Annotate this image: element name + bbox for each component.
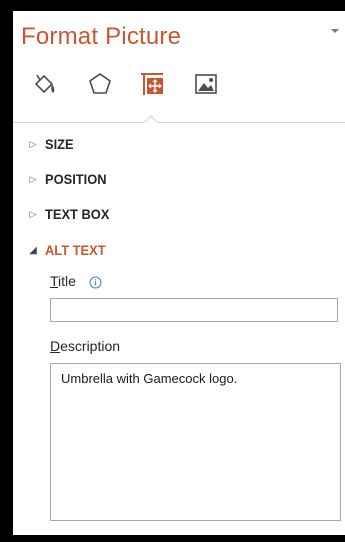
chevron-down-icon[interactable] <box>329 25 341 37</box>
section-size[interactable]: ▷ SIZE <box>13 130 345 158</box>
tab-effects[interactable] <box>83 67 117 101</box>
section-position[interactable]: ▷ POSITION <box>13 165 345 193</box>
fill-line-icon <box>34 74 55 94</box>
tab-picture[interactable] <box>189 67 223 101</box>
tab-icon-row <box>13 63 345 126</box>
section-label: TEXT BOX <box>45 206 110 222</box>
picture-icon <box>195 74 217 94</box>
format-picture-pane: Format Picture ▷ SIZE ▷ POSITION ▷ TEXT … <box>13 11 345 535</box>
selected-tab-pointer <box>144 115 158 126</box>
description-textarea[interactable]: Umbrella with Gamecock logo. <box>50 363 341 521</box>
tab-size-properties[interactable] <box>135 67 169 101</box>
expand-arrow-icon: ▷ <box>29 138 37 149</box>
description-label: Description <box>50 338 121 354</box>
section-label: ALT TEXT <box>45 242 106 258</box>
tab-fill-line[interactable] <box>27 67 61 101</box>
expand-arrow-icon: ▷ <box>29 173 37 184</box>
tab-divider <box>13 122 345 123</box>
section-label: SIZE <box>45 136 74 152</box>
collapse-arrow-icon: ◢ <box>29 244 37 256</box>
info-icon[interactable] <box>89 276 102 289</box>
pane-title: Format Picture <box>21 23 182 50</box>
section-label: POSITION <box>45 171 107 187</box>
title-input[interactable] <box>50 298 338 322</box>
expand-arrow-icon: ▷ <box>29 208 37 219</box>
title-label: Title <box>50 273 76 289</box>
section-text-box[interactable]: ▷ TEXT BOX <box>13 200 345 228</box>
effects-icon <box>89 73 111 94</box>
section-alt-text[interactable]: ◢ ALT TEXT <box>13 236 345 264</box>
size-properties-icon <box>141 73 163 95</box>
